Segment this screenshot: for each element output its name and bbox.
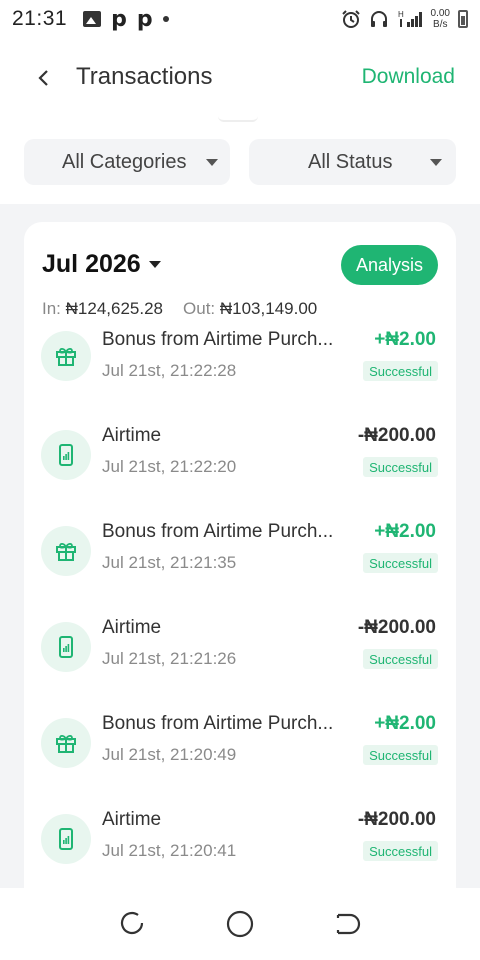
page-title: Transactions xyxy=(76,63,213,90)
more-notifications-dot xyxy=(162,16,169,22)
status-bar: 21:31 p p H 0.00 B/s xyxy=(0,0,480,38)
transaction-date: Jul 21st, 21:22:20 xyxy=(102,457,237,476)
transaction-date: Jul 21st, 21:20:49 xyxy=(102,745,237,764)
status-badge: Successful xyxy=(363,841,438,861)
back-arrow-icon[interactable] xyxy=(32,66,56,90)
chevron-down-icon xyxy=(430,159,442,166)
month-label: Jul 2026 xyxy=(42,250,141,278)
transaction-date: Jul 21st, 21:21:35 xyxy=(102,553,237,572)
system-icons: H 0.00 B/s xyxy=(341,8,468,30)
transaction-icon-wrapper xyxy=(41,331,91,381)
transaction-amount: +₦2.00 xyxy=(374,713,436,734)
transaction-row[interactable]: Airtime Jul 21st, 21:21:26 -₦200.00 Succ… xyxy=(24,611,456,707)
alarm-icon xyxy=(341,10,360,28)
transaction-amount: -₦200.00 xyxy=(357,425,436,446)
transaction-name: Bonus from Airtime Purch... xyxy=(102,713,334,734)
status-filter-label: All Status xyxy=(308,150,393,173)
transaction-date: Jul 21st, 21:21:26 xyxy=(102,649,237,668)
status-badge: Successful xyxy=(363,553,438,573)
transaction-amount: +₦2.00 xyxy=(374,329,436,350)
transaction-row[interactable]: Airtime Jul 21st, 21:22:20 -₦200.00 Succ… xyxy=(24,419,456,515)
phone-icon xyxy=(59,444,73,466)
status-badge: Successful xyxy=(363,745,438,765)
category-filter-label: All Categories xyxy=(62,150,187,173)
transaction-name: Bonus from Airtime Purch... xyxy=(102,521,334,542)
phone-icon xyxy=(59,828,73,850)
status-badge: Successful xyxy=(363,649,438,669)
recents-icon[interactable] xyxy=(118,909,148,939)
transaction-amount: +₦2.00 xyxy=(374,521,436,542)
gift-icon xyxy=(56,734,76,753)
transaction-icon-wrapper xyxy=(41,430,91,480)
transaction-date: Jul 21st, 21:20:41 xyxy=(102,841,237,860)
in-out-summary: In: ₦124,625.28 Out: ₦103,149.00 xyxy=(42,299,317,319)
transaction-date: Jul 21st, 21:22:28 xyxy=(102,361,237,380)
svg-text:H: H xyxy=(398,10,404,19)
headset-icon xyxy=(370,11,387,27)
status-time: 21:31 xyxy=(12,7,68,30)
download-button[interactable]: Download xyxy=(362,65,455,89)
top-app-bar: Transactions Download xyxy=(0,50,480,106)
status-badge: Successful xyxy=(363,361,438,381)
category-filter-dropdown[interactable]: All Categories xyxy=(24,139,230,185)
month-selector[interactable]: Jul 2026 xyxy=(42,250,161,279)
transaction-icon-wrapper xyxy=(41,526,91,576)
transaction-row[interactable]: Airtime Jul 21st, 21:20:41 -₦200.00 Succ… xyxy=(24,803,456,888)
signal-icon: H xyxy=(398,10,422,27)
pull-indicator xyxy=(218,116,258,122)
transactions-card: Jul 2026 Analysis In: ₦124,625.28 Out: ₦… xyxy=(24,222,456,888)
transaction-row[interactable]: Bonus from Airtime Purch... Jul 21st, 21… xyxy=(24,707,456,803)
chevron-down-icon xyxy=(148,261,161,268)
transaction-amount: -₦200.00 xyxy=(357,809,436,830)
out-summary: Out: ₦103,149.00 xyxy=(183,299,318,318)
p-notification-icon: p xyxy=(111,6,127,32)
transaction-amount: -₦200.00 xyxy=(357,617,436,638)
phone-icon xyxy=(59,636,73,658)
transaction-name: Airtime xyxy=(102,425,162,446)
in-summary: In: ₦124,625.28 xyxy=(42,299,164,318)
transaction-icon-wrapper xyxy=(41,622,91,672)
status-filter-dropdown[interactable]: All Status xyxy=(249,139,456,185)
transaction-name: Airtime xyxy=(102,617,162,638)
transaction-row[interactable]: Bonus from Airtime Purch... Jul 21st, 21… xyxy=(24,515,456,611)
status-badge: Successful xyxy=(363,457,438,477)
transaction-list: Bonus from Airtime Purch... Jul 21st, 21… xyxy=(24,329,456,888)
image-notification-icon xyxy=(83,11,102,27)
p-notification-icon-2: p xyxy=(136,6,153,32)
transaction-name: Bonus from Airtime Purch... xyxy=(102,329,334,350)
net-speed: 0.00 B/s xyxy=(430,8,450,30)
transaction-name: Airtime xyxy=(102,809,162,830)
gift-icon xyxy=(56,542,76,561)
notification-icons: p p xyxy=(83,7,169,32)
home-icon[interactable] xyxy=(225,909,255,939)
analysis-button[interactable]: Analysis xyxy=(341,245,438,285)
transaction-icon-wrapper xyxy=(41,814,91,864)
transaction-icon-wrapper xyxy=(41,718,91,768)
chevron-down-icon xyxy=(206,159,218,166)
system-nav-bar xyxy=(0,888,480,960)
transaction-row[interactable]: Bonus from Airtime Purch... Jul 21st, 21… xyxy=(24,323,456,419)
gift-icon xyxy=(56,347,76,366)
battery-icon xyxy=(458,10,468,28)
back-nav-icon[interactable] xyxy=(332,909,362,939)
